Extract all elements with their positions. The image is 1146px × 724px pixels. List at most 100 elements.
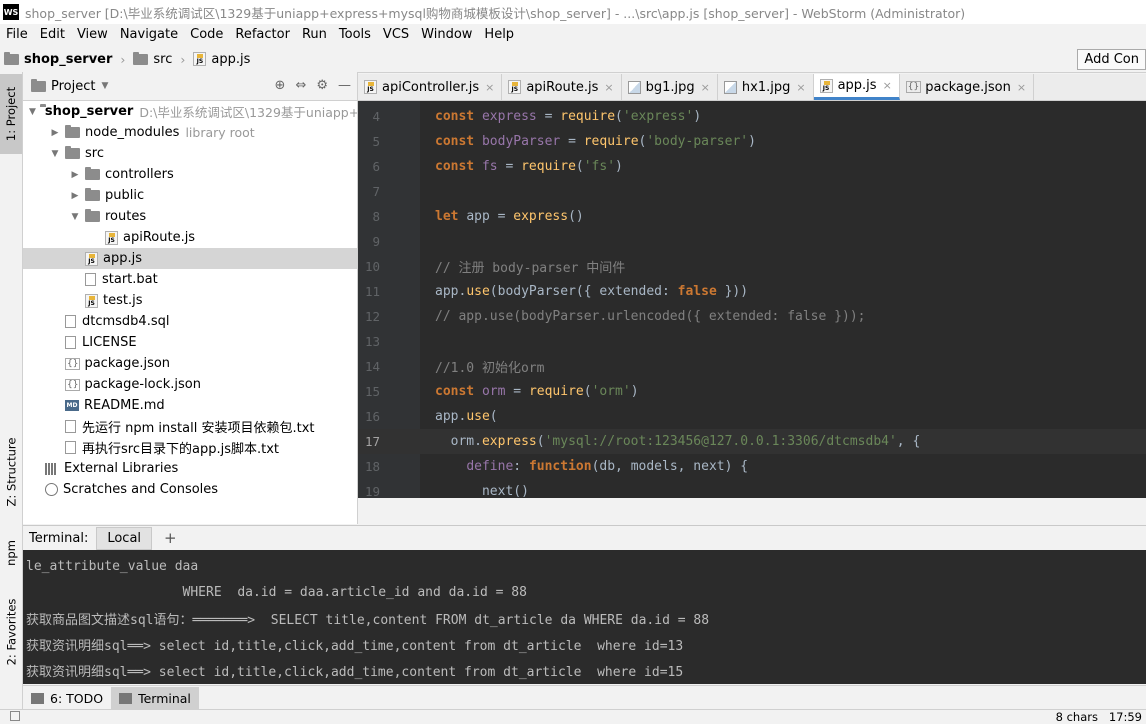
code-token: 'body-parser' <box>646 134 749 149</box>
editor-tab[interactable]: JS apiController.js × <box>358 74 503 100</box>
tree-item[interactable]: dtcmsdb4.sql <box>23 311 357 332</box>
collapse-all-icon[interactable]: ⇔ <box>295 78 306 93</box>
gear-icon[interactable]: ⚙ <box>316 78 328 93</box>
tree-item[interactable]: 再执行src目录下的app.js脚本.txt <box>23 437 357 458</box>
tree-item[interactable]: {} package-lock.json <box>23 374 357 395</box>
tool-window-toggle-icon[interactable] <box>10 711 20 721</box>
tree-item[interactable]: JS test.js <box>23 290 357 311</box>
tool-tab-project[interactable]: 1: Project <box>0 74 22 154</box>
terminal-tab-local[interactable]: Local <box>96 526 153 550</box>
code-token: const <box>435 134 482 149</box>
code-line: 7 <box>358 179 1146 204</box>
code-token: orm <box>481 384 506 399</box>
expand-arrow-closed-icon[interactable]: ▶ <box>69 191 81 201</box>
close-icon[interactable]: × <box>701 81 710 94</box>
code-token: express <box>481 434 537 449</box>
tree-item[interactable]: ▼ routes <box>23 206 357 227</box>
expand-arrow-open-icon[interactable]: ▼ <box>29 107 36 117</box>
code-token: next() <box>435 484 529 498</box>
close-icon[interactable]: × <box>796 81 805 94</box>
close-icon[interactable]: × <box>1017 81 1026 94</box>
add-configuration-button[interactable]: Add Con <box>1077 49 1146 70</box>
code-token: ( <box>489 409 498 424</box>
menu-item-edit[interactable]: Edit <box>34 27 71 42</box>
line-number: 9 <box>372 234 380 249</box>
new-terminal-plus-icon[interactable]: + <box>164 529 177 547</box>
menu-item-help[interactable]: Help <box>478 27 520 42</box>
terminal-output[interactable]: le_attribute_value daa WHERE da.id = daa… <box>23 550 1146 684</box>
code-line: 4 const express = require('express') <box>358 104 1146 129</box>
tree-item[interactable]: {} package.json <box>23 353 357 374</box>
window-title: shop_server [D:\毕业系统调试区\1329基于uniapp+exp… <box>25 5 966 21</box>
menu-item-code[interactable]: Code <box>184 27 229 42</box>
code-line: 11 app.use(bodyParser({ extended: false }… <box>358 279 1146 304</box>
bottom-tab[interactable]: Terminal <box>111 687 199 709</box>
code-token: 'express' <box>622 109 694 124</box>
tree-item[interactable]: Scratches and Consoles <box>23 479 357 500</box>
tree-item[interactable]: ▶ node_modules library root <box>23 122 357 143</box>
close-icon[interactable]: × <box>485 81 494 94</box>
expand-arrow-closed-icon[interactable]: ▶ <box>49 128 61 138</box>
code-token: = <box>536 109 561 124</box>
project-view-selector[interactable]: Project ▼ <box>31 78 108 94</box>
tree-item[interactable]: 先运行 npm install 安装项目依赖包.txt <box>23 416 357 437</box>
editor-tab[interactable]: JS apiRoute.js × <box>502 74 622 100</box>
expand-arrow-open-icon[interactable]: ▼ <box>69 212 81 222</box>
title-bar: WS shop_server [D:\毕业系统调试区\1329基于uniapp+… <box>0 0 1146 24</box>
code-text: const orm = require('orm') <box>435 384 639 399</box>
tree-item[interactable]: JS apiRoute.js <box>23 227 357 248</box>
tree-item[interactable]: LICENSE <box>23 332 357 353</box>
tree-item[interactable]: ▼ shop_server D:\毕业系统调试区\1329基于uniapp+expr… <box>23 101 357 122</box>
code-line: 18 define: function(db, models, next) { <box>358 454 1146 479</box>
menu-item-vcs[interactable]: VCS <box>377 27 415 42</box>
tree-item[interactable]: ▼ src <box>23 143 357 164</box>
close-icon[interactable]: × <box>883 79 892 92</box>
text-file-icon <box>65 420 76 433</box>
expand-arrow-closed-icon[interactable]: ▶ <box>69 170 81 180</box>
menu-item-navigate[interactable]: Navigate <box>114 27 184 42</box>
tree-item[interactable]: External Libraries <box>23 458 357 479</box>
breadcrumb-folder[interactable]: src <box>129 51 176 67</box>
tree-item[interactable]: start.bat <box>23 269 357 290</box>
editor-tab[interactable]: {} package.json × <box>900 74 1035 100</box>
editor-tab[interactable]: hx1.jpg × <box>718 74 814 100</box>
tool-tab-favorites[interactable]: 2: Favorites <box>0 587 22 677</box>
tree-item[interactable]: JS app.js <box>23 248 357 269</box>
menu-item-run[interactable]: Run <box>296 27 333 42</box>
close-icon[interactable]: × <box>604 81 613 94</box>
terminal-header: Terminal: Local + <box>23 525 1146 550</box>
code-editor[interactable]: 4 const express = require('express') 5 cons… <box>358 101 1146 498</box>
folder-icon <box>85 209 100 222</box>
bottom-tab[interactable]: 6: TODO <box>23 687 111 709</box>
folder-icon <box>65 125 80 138</box>
code-token: : <box>513 459 529 474</box>
line-number: 8 <box>372 209 380 224</box>
tree-item[interactable]: MD README.md <box>23 395 357 416</box>
code-line: 13 <box>358 329 1146 354</box>
menu-item-refactor[interactable]: Refactor <box>229 27 296 42</box>
locate-target-icon[interactable]: ⊕ <box>275 78 286 93</box>
tool-tab-npm[interactable]: npm <box>0 528 22 578</box>
bottom-tab-label: Terminal <box>138 690 191 706</box>
code-line: 5 const bodyParser = require('body-parser… <box>358 129 1146 154</box>
menu-item-file[interactable]: File <box>0 27 34 42</box>
code-text: // app.use(bodyParser.urlencoded({ exten… <box>435 309 865 324</box>
menu-item-window[interactable]: Window <box>415 27 478 42</box>
breadcrumb-project[interactable]: shop_server <box>0 51 116 67</box>
editor-tab[interactable]: bg1.jpg × <box>622 74 718 100</box>
line-number: 18 <box>364 459 380 474</box>
tree-item-label: src <box>85 146 104 161</box>
breadcrumb-file[interactable]: JS app.js <box>189 52 254 67</box>
tree-item[interactable]: ▶ public <box>23 185 357 206</box>
menu-item-view[interactable]: View <box>71 27 114 42</box>
tool-tab-structure[interactable]: Z: Structure <box>0 424 22 520</box>
expand-arrow-open-icon[interactable]: ▼ <box>49 149 61 159</box>
editor-tab[interactable]: JS app.js × <box>813 74 900 100</box>
minimize-icon[interactable]: — <box>338 78 351 93</box>
menu-item-tools[interactable]: Tools <box>333 27 377 42</box>
tree-item-label: shop_server <box>44 104 134 119</box>
tree-item[interactable]: ▶ controllers <box>23 164 357 185</box>
breadcrumb-separator-icon: › <box>120 51 126 67</box>
line-number: 4 <box>372 109 380 124</box>
js-file-icon: JS <box>508 80 522 94</box>
